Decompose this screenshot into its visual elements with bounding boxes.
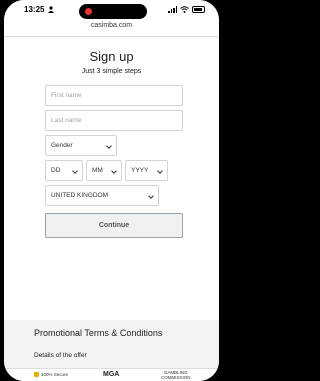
dob-day-select[interactable]: DD (45, 160, 83, 181)
page-title: Sign up (89, 49, 134, 64)
record-dot-icon (85, 8, 92, 15)
promo-section: Promotional Terms & Conditions Details o… (4, 320, 219, 368)
chevron-down-icon (157, 168, 163, 174)
url-bar[interactable]: casimba.com (4, 22, 219, 36)
signal-icon (168, 6, 177, 13)
secure-label: 100% Secure (41, 372, 69, 377)
dynamic-island (79, 4, 147, 19)
footer: 100% Secure MGA GAMBLING COMMISSION (4, 368, 219, 381)
battery-icon (192, 6, 205, 13)
dob-day-value: DD (51, 167, 61, 174)
continue-button[interactable]: Continue (45, 213, 183, 238)
dob-month-value: MM (92, 167, 103, 174)
gender-select-value: Gender (51, 142, 73, 149)
mga-logo[interactable]: MGA (103, 371, 119, 378)
promo-title: Promotional Terms & Conditions (34, 328, 163, 338)
page-subtitle: Just 3 simple steps (81, 68, 142, 75)
country-select-value: UNITED KINGDOM (51, 192, 109, 199)
signup-form: Sign up Just 3 simple steps First name L… (4, 37, 219, 320)
chevron-down-icon (72, 168, 78, 174)
last-name-field[interactable]: Last name (45, 110, 183, 131)
country-select[interactable]: UNITED KINGDOM (45, 185, 159, 206)
person-icon (48, 6, 54, 13)
wifi-icon (180, 6, 189, 13)
secure-badge: 100% Secure (34, 372, 68, 377)
chevron-down-icon (148, 193, 154, 199)
first-name-field[interactable]: First name (45, 85, 183, 106)
dob-year-select[interactable]: YYYY (125, 160, 168, 181)
dob-year-value: YYYY (131, 167, 149, 174)
gambling-commission-logo[interactable]: GAMBLING COMMISSION (161, 370, 191, 380)
gender-select[interactable]: Gender (45, 135, 117, 156)
status-bar: 13:25 (4, 0, 219, 22)
status-icons (168, 6, 205, 13)
phone-screen: 13:25 casimba.com Sign up Just 3 simple … (4, 0, 219, 381)
chevron-down-icon (111, 168, 117, 174)
chevron-down-icon (106, 143, 112, 149)
gc-line2: COMMISSION (161, 375, 191, 380)
promo-offer-heading: Details of the offer (34, 352, 87, 359)
lock-icon (34, 372, 39, 377)
status-time: 13:25 (24, 5, 45, 14)
dob-month-select[interactable]: MM (86, 160, 122, 181)
